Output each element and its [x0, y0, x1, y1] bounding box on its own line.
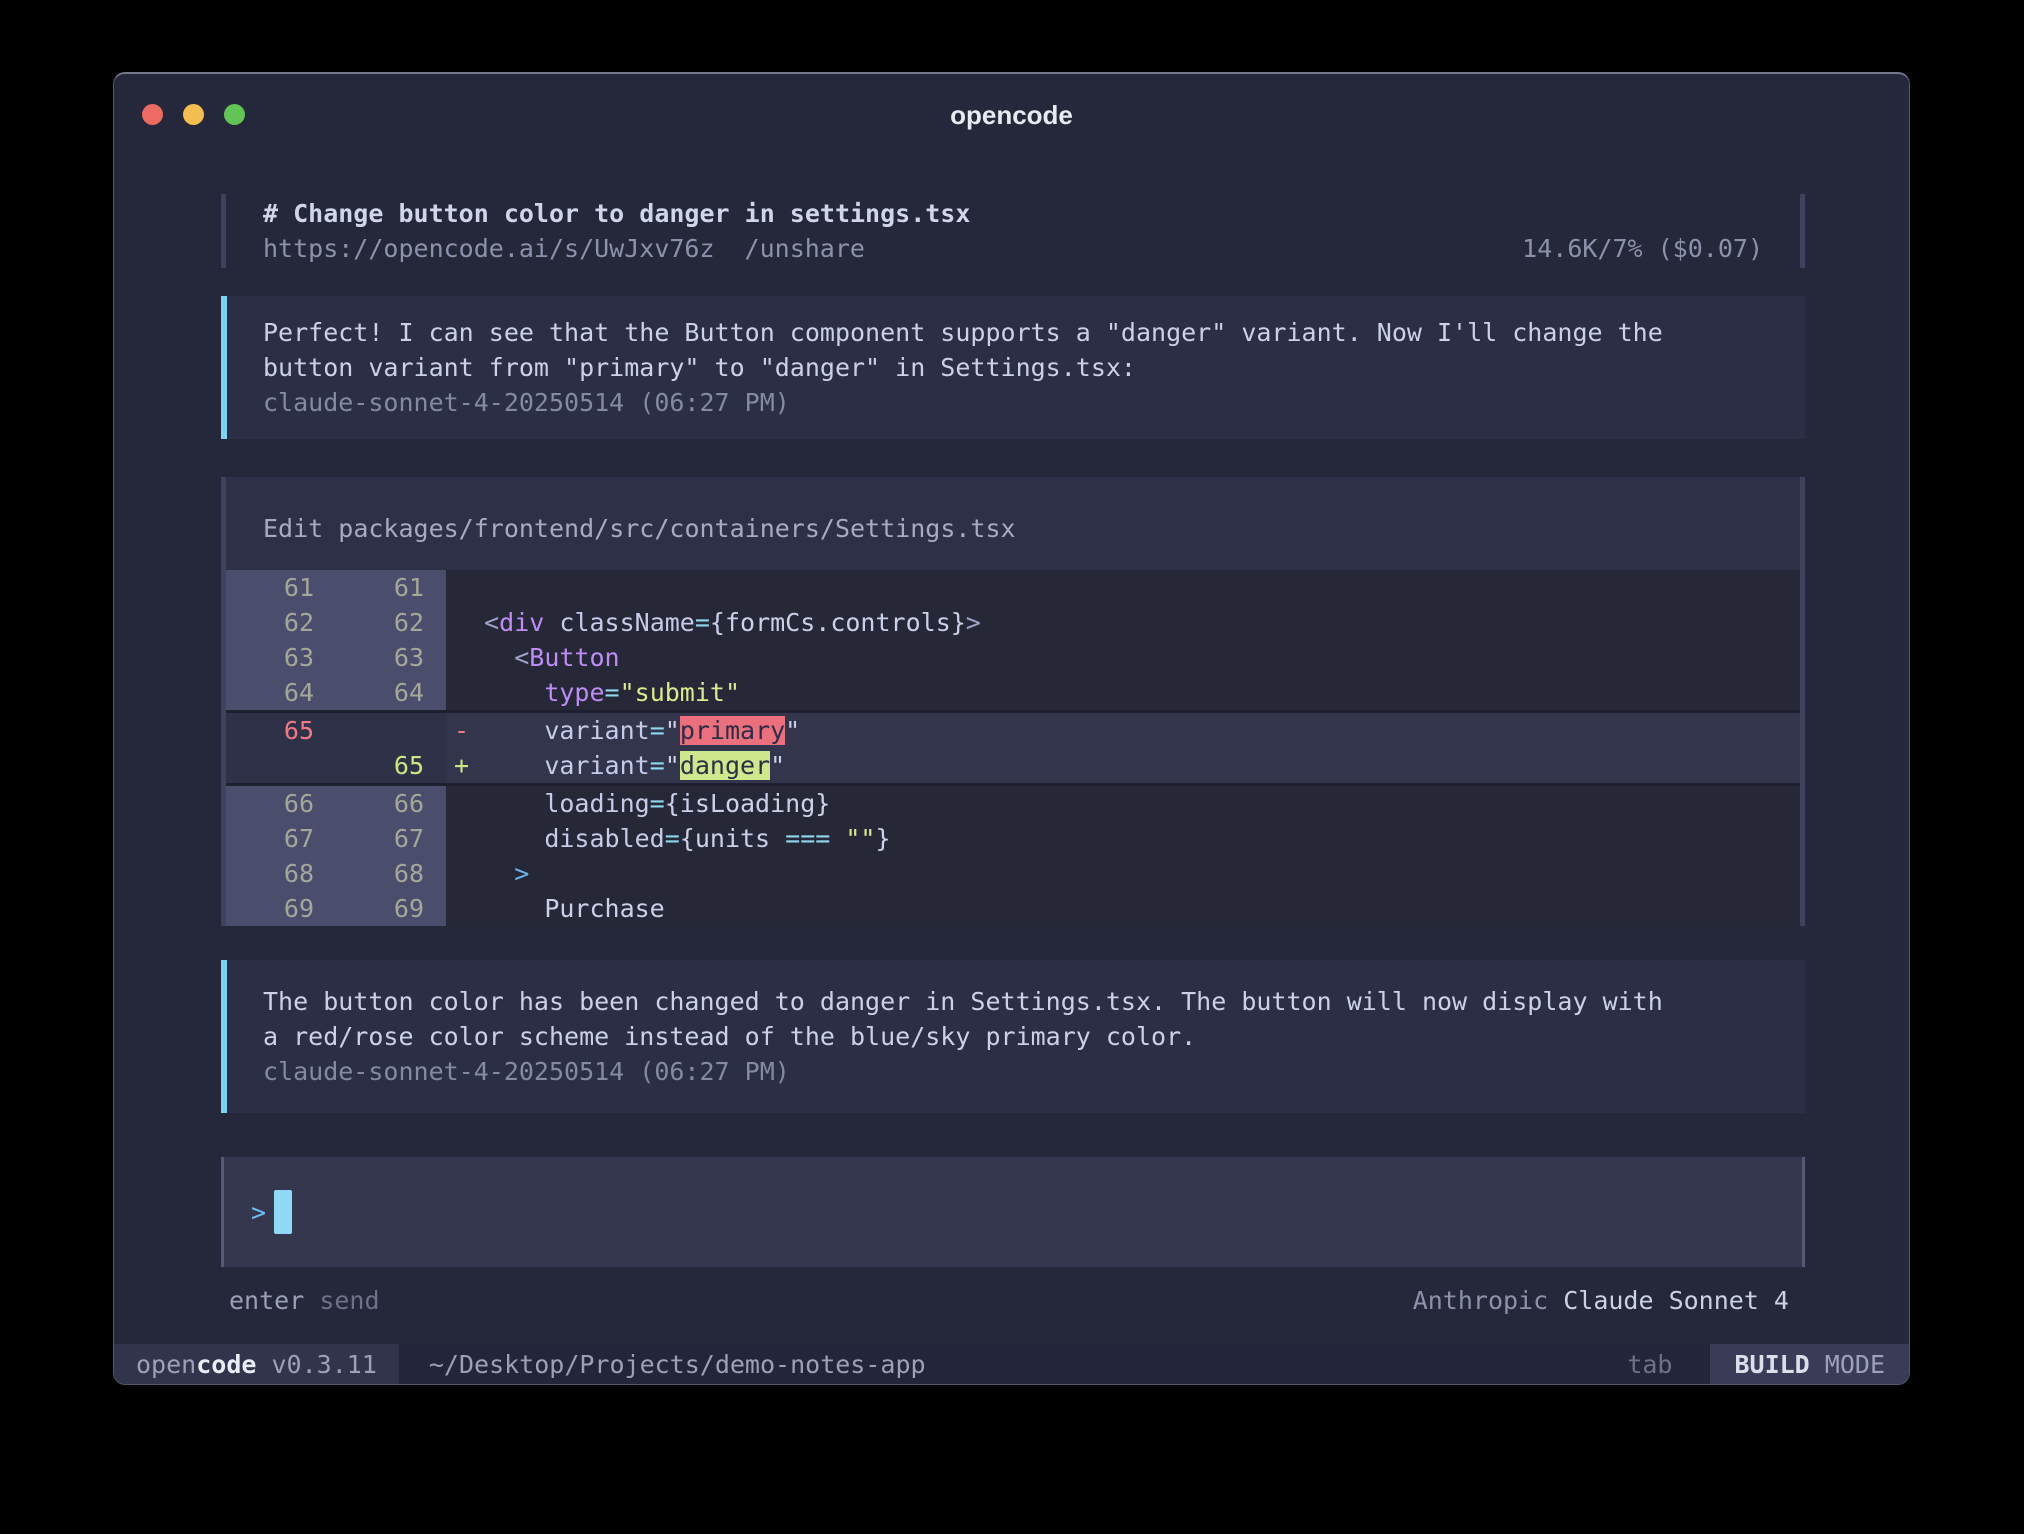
message-model-timestamp: claude-sonnet-4-20250514 (06:27 PM) — [263, 1054, 1769, 1089]
new-line-number: 65 — [336, 748, 446, 783]
diff-line: 6868 > — [226, 856, 1800, 891]
app-version: v0.3.11 — [256, 1350, 376, 1379]
session-header: # Change button color to danger in setti… — [221, 194, 1805, 268]
diff-code — [446, 570, 1800, 605]
diff-line: 65 - variant="primary" — [226, 713, 1800, 748]
share-url[interactable]: https://opencode.ai/s/UwJxv76z — [263, 234, 715, 263]
model-indicator: Anthropic Claude Sonnet 4 — [1413, 1283, 1789, 1318]
new-line-number: 64 — [336, 675, 446, 710]
diff-code: type="submit" — [446, 675, 1800, 710]
prompt-input[interactable]: > — [221, 1157, 1805, 1267]
working-directory: ~/Desktop/Projects/demo-notes-app — [429, 1350, 926, 1379]
new-line-number: 69 — [336, 891, 446, 926]
app-version-segment: opencode v0.3.11 — [114, 1344, 399, 1384]
new-line-number: 66 — [336, 786, 446, 821]
prompt-chevron: > — [251, 1195, 266, 1230]
diff-line: 6363 <Button — [226, 640, 1800, 675]
diff-line: 6161 — [226, 570, 1800, 605]
text-cursor — [274, 1190, 292, 1234]
edited-file-path: packages/frontend/src/containers/Setting… — [338, 514, 1015, 543]
new-line-number: 63 — [336, 640, 446, 675]
send-action-label: send — [304, 1286, 379, 1315]
message-text-line: Perfect! I can see that the Button compo… — [263, 315, 1769, 350]
diff-rows: 61616262 <div className={formCs.controls… — [226, 570, 1800, 926]
new-line-number: 62 — [336, 605, 446, 640]
hint-row: enter send Anthropic Claude Sonnet 4 — [221, 1283, 1805, 1318]
provider-name: Anthropic — [1413, 1286, 1564, 1315]
mode-name: BUILD — [1734, 1350, 1809, 1379]
diff-line: 6262 <div className={formCs.controls}> — [226, 605, 1800, 640]
message-text-line: button variant from "primary" to "danger… — [263, 350, 1769, 385]
terminal-content: # Change button color to danger in setti… — [114, 136, 1909, 1344]
old-line-number: 63 — [226, 640, 336, 675]
diff-line: 65+ variant="danger" — [226, 748, 1800, 783]
new-line-number: 61 — [336, 570, 446, 605]
old-line-number: 68 — [226, 856, 336, 891]
assistant-message: Perfect! I can see that the Button compo… — [221, 296, 1805, 439]
model-name: Claude Sonnet 4 — [1563, 1286, 1789, 1315]
new-line-number — [336, 713, 446, 748]
diff-code: <div className={formCs.controls}> — [446, 605, 1800, 640]
old-line-number — [226, 748, 336, 783]
app-name-code: code — [196, 1350, 256, 1379]
diff-code: - variant="primary" — [446, 713, 1800, 748]
mode-toggle-segment[interactable]: BUILD MODE — [1710, 1344, 1909, 1384]
message-text-line: The button color has been changed to dan… — [263, 984, 1769, 1019]
window-title: opencode — [114, 100, 1909, 131]
diff-line: 6767 disabled={units === ""} — [226, 821, 1800, 856]
diff-code: > — [446, 856, 1800, 891]
old-line-number: 67 — [226, 821, 336, 856]
edit-tool-block: Edit packages/frontend/src/containers/Se… — [221, 477, 1805, 926]
app-name-open: open — [136, 1350, 196, 1379]
new-line-number: 67 — [336, 821, 446, 856]
session-subheader: https://opencode.ai/s/UwJxv76z/unshare 1… — [263, 231, 1763, 266]
old-line-number: 69 — [226, 891, 336, 926]
send-hint: enter send — [229, 1283, 380, 1318]
message-model-timestamp: claude-sonnet-4-20250514 (06:27 PM) — [263, 385, 1769, 420]
old-line-number: 66 — [226, 786, 336, 821]
old-line-number: 64 — [226, 675, 336, 710]
message-text-line: a red/rose color scheme instead of the b… — [263, 1019, 1769, 1054]
edit-tool-header: Edit packages/frontend/src/containers/Se… — [226, 477, 1800, 570]
diff-line: 6666 loading={isLoading} — [226, 786, 1800, 821]
enter-key-hint: enter — [229, 1286, 304, 1315]
diff-line: 6464 type="submit" — [226, 675, 1800, 710]
diff-line: 6969 Purchase — [226, 891, 1800, 926]
new-line-number: 68 — [336, 856, 446, 891]
tab-key-hint: tab — [1627, 1350, 1672, 1379]
session-url-row: https://opencode.ai/s/UwJxv76z/unshare — [263, 231, 865, 266]
diff-code: loading={isLoading} — [446, 786, 1800, 821]
status-bar: opencode v0.3.11 ~/Desktop/Projects/demo… — [114, 1344, 1909, 1384]
unshare-command[interactable]: /unshare — [745, 234, 865, 263]
old-line-number: 61 — [226, 570, 336, 605]
diff-code: Purchase — [446, 891, 1800, 926]
diff-code: + variant="danger" — [446, 748, 1800, 783]
opencode-terminal-window: opencode # Change button color to danger… — [113, 72, 1910, 1385]
diff-code: disabled={units === ""} — [446, 821, 1800, 856]
diff-code: <Button — [446, 640, 1800, 675]
assistant-message: The button color has been changed to dan… — [221, 960, 1805, 1113]
token-usage: 14.6K/7% ($0.07) — [1522, 231, 1763, 266]
edit-action-label: Edit — [263, 514, 338, 543]
window-titlebar: opencode — [114, 74, 1909, 136]
old-line-number: 62 — [226, 605, 336, 640]
mode-suffix: MODE — [1810, 1350, 1885, 1379]
old-line-number: 65 — [226, 713, 336, 748]
session-title: # Change button color to danger in setti… — [263, 196, 1763, 231]
